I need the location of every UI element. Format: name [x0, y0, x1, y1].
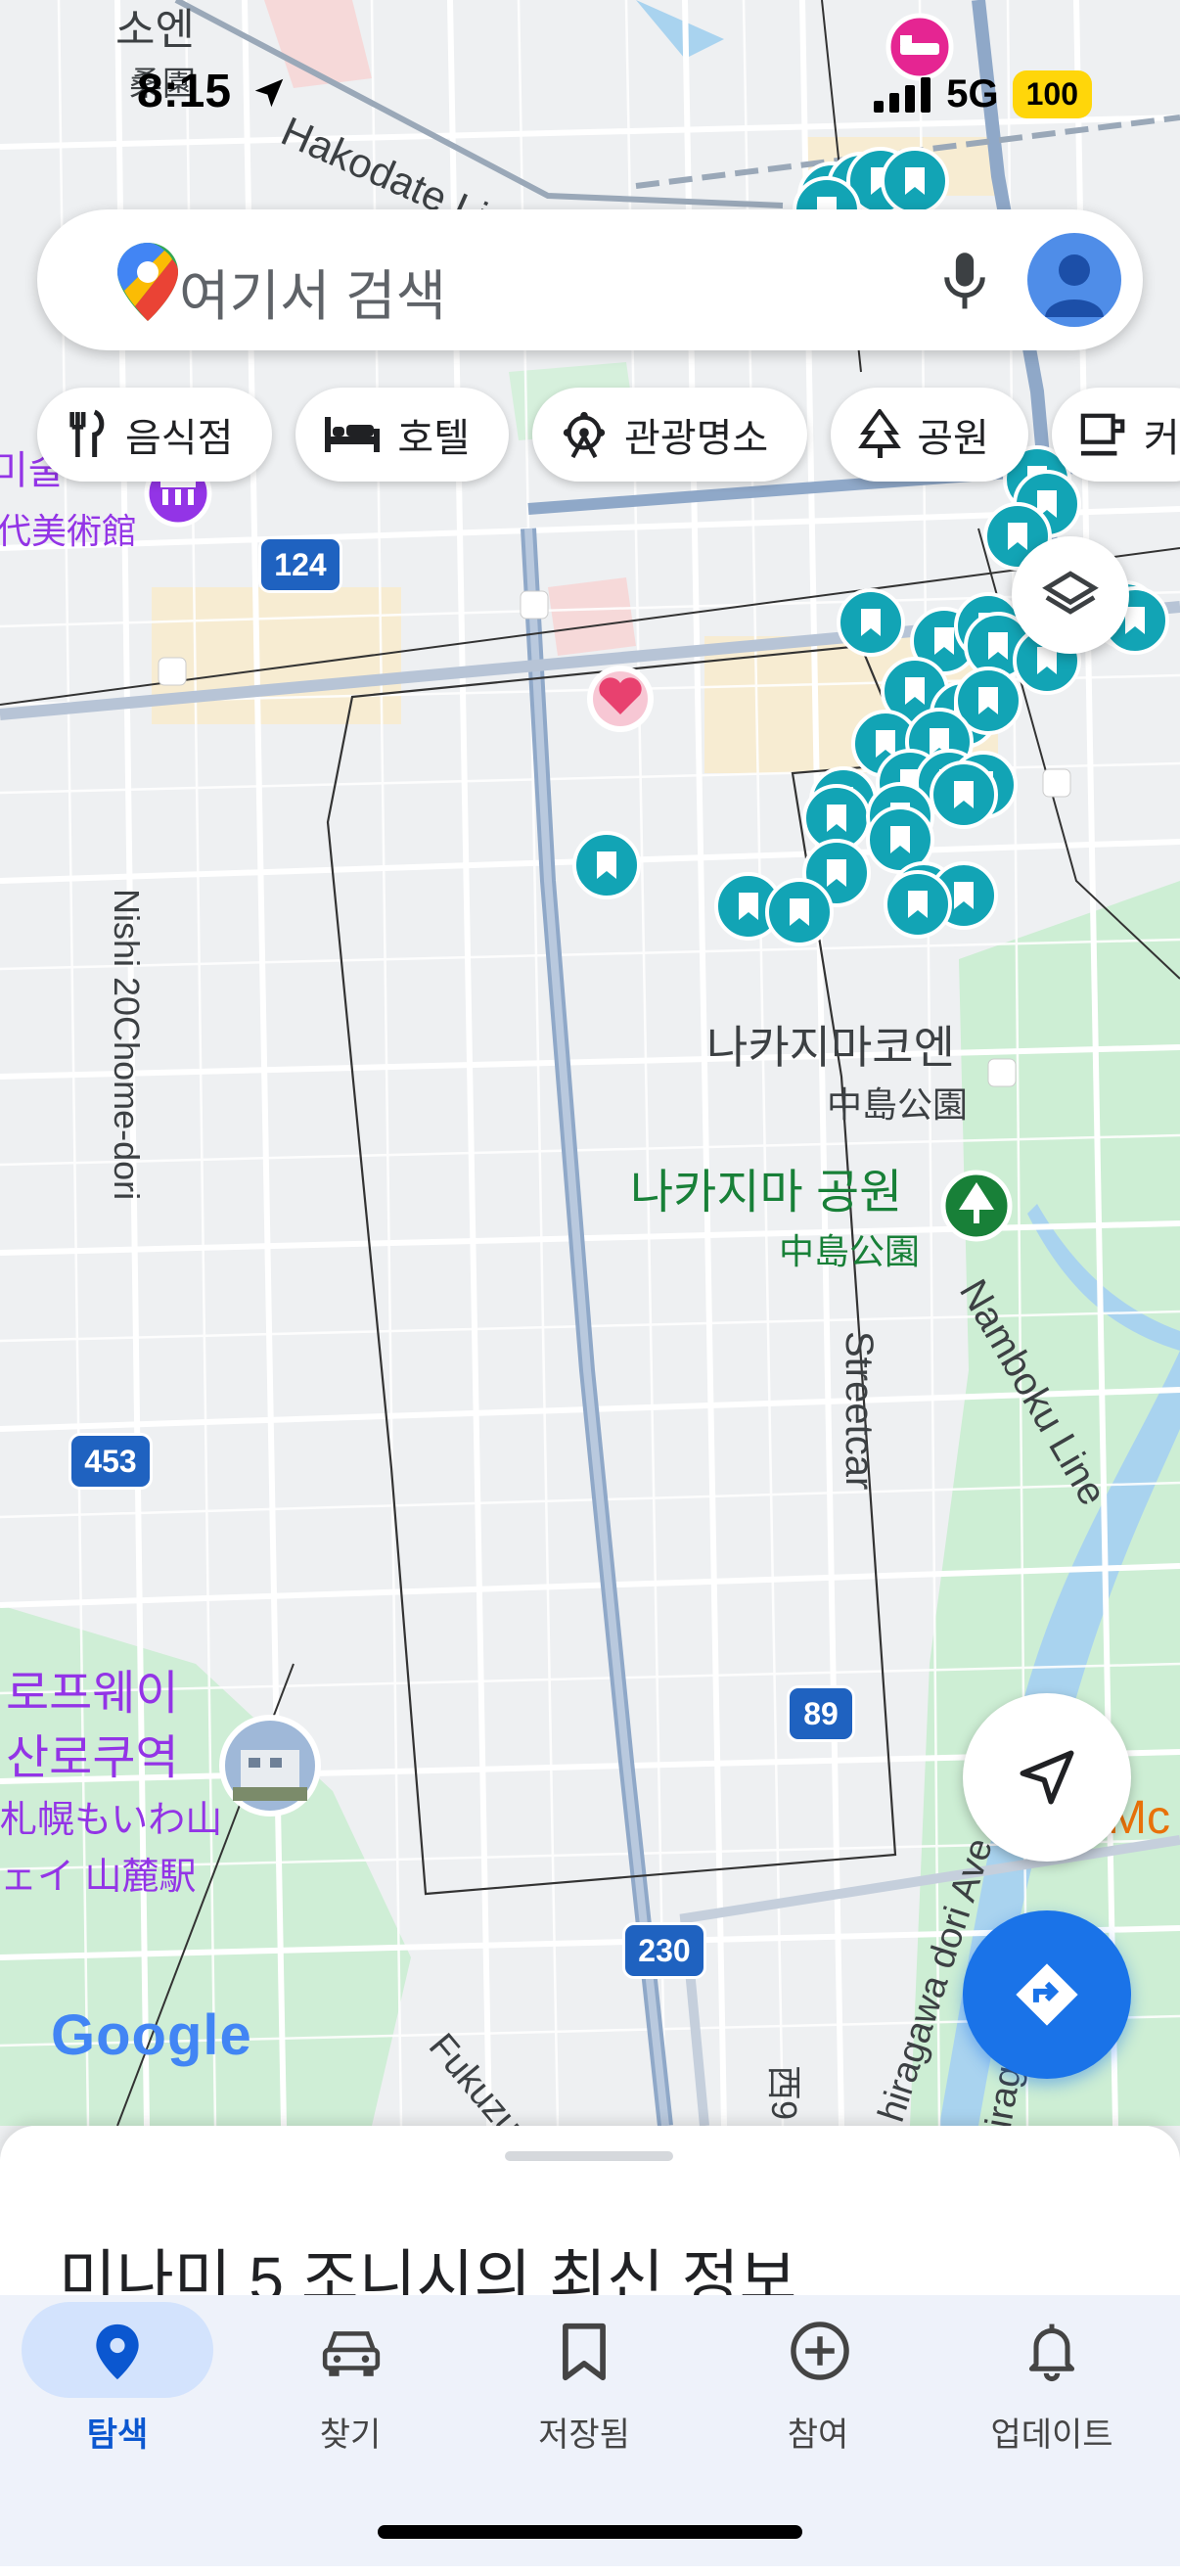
utensils-icon [69, 409, 105, 457]
nav-go[interactable]: 찾기 [252, 2302, 448, 2468]
chip-label: 관광명소 [624, 417, 769, 460]
coffee-icon [1080, 413, 1125, 456]
nav-label: 저장됨 [538, 2416, 630, 2454]
nav-label: 탐색 [86, 2416, 149, 2454]
battery-indicator: 100 [1012, 70, 1092, 118]
ferris-wheel-icon [563, 411, 606, 459]
chip-label: 호텔 [397, 417, 471, 460]
avatar[interactable] [1027, 233, 1121, 327]
chip-attractions[interactable]: 관광명소 [532, 388, 808, 482]
bed-icon [325, 417, 381, 452]
google-maps-logo-icon [117, 243, 178, 321]
nav-label: 찾기 [319, 2416, 382, 2454]
saved-place-pin-icon[interactable] [765, 878, 834, 946]
nav-explore[interactable]: 탐색 [20, 2302, 215, 2468]
status-bar: 8:15 5G 100 [0, 0, 1180, 196]
saved-place-pin-icon[interactable] [572, 831, 641, 899]
chip-parks[interactable]: 공원 [831, 388, 1028, 482]
saved-place-pin-icon[interactable] [930, 760, 998, 829]
signal-bars-icon [874, 76, 931, 113]
chip-hotels[interactable]: 호텔 [295, 388, 510, 482]
tree-icon [858, 409, 902, 458]
home-indicator [378, 2525, 802, 2539]
chip-coffee[interactable]: 커 [1051, 388, 1180, 482]
saved-place-pin-icon[interactable] [884, 870, 952, 939]
nav-contribute[interactable]: 참여 [720, 2302, 916, 2468]
directions-button[interactable] [963, 1910, 1131, 2079]
directions-icon [1016, 1963, 1078, 2026]
car-icon [322, 2331, 381, 2376]
my-location-button[interactable] [963, 1693, 1131, 1862]
location-arrow-icon [254, 78, 284, 108]
bell-icon [1028, 2323, 1075, 2382]
user-avatar-icon [1045, 254, 1104, 317]
search-input[interactable]: 여기서 검색 [179, 253, 446, 332]
sheet-drag-handle[interactable] [505, 2151, 673, 2161]
add-circle-icon [791, 2322, 849, 2380]
nav-label: 업데이트 [990, 2416, 1113, 2454]
navigation-arrow-icon [1020, 1750, 1074, 1805]
chip-restaurants[interactable]: 음식점 [37, 388, 273, 482]
status-time: 8:15 [137, 66, 232, 117]
search-bar[interactable]: 여기서 검색 [37, 209, 1143, 350]
chip-label: 음식점 [125, 417, 234, 460]
network-type: 5G [946, 72, 999, 115]
nav-label: 참여 [787, 2416, 849, 2454]
category-chips: 음식점 호텔 관광명소 공원 커 [37, 388, 1180, 485]
microphone-icon[interactable] [937, 251, 992, 313]
nav-updates[interactable]: 업데이트 [954, 2302, 1150, 2468]
location-pin-icon [96, 2323, 139, 2380]
chip-label: 공원 [917, 417, 989, 460]
nav-saved[interactable]: 저장됨 [486, 2302, 682, 2468]
saved-place-pin-icon[interactable] [837, 588, 905, 657]
layers-icon [1042, 571, 1099, 615]
layers-button[interactable] [1012, 536, 1129, 654]
bookmark-icon [563, 2323, 606, 2381]
chip-label: 커 [1143, 417, 1180, 460]
